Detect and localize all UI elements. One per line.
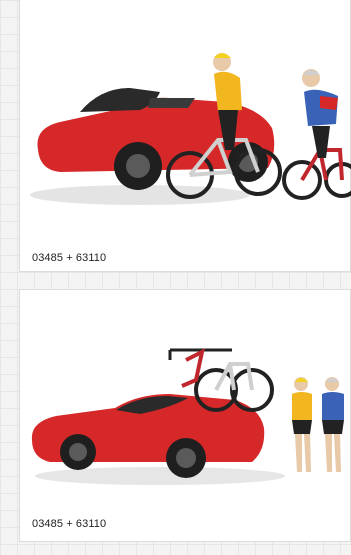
product-image[interactable] <box>20 0 351 245</box>
product-caption: 03485 + 63110 <box>32 252 107 264</box>
red-roadster-with-roof-bike-rack-icon <box>31 348 344 485</box>
product-image[interactable] <box>20 290 351 505</box>
product-card[interactable]: 03485 + 63110 <box>19 289 351 542</box>
red-roadster-with-two-cyclists-icon <box>30 53 351 205</box>
product-card[interactable]: 03485 + 63110 <box>19 0 351 272</box>
product-caption: 03485 + 63110 <box>32 518 107 530</box>
